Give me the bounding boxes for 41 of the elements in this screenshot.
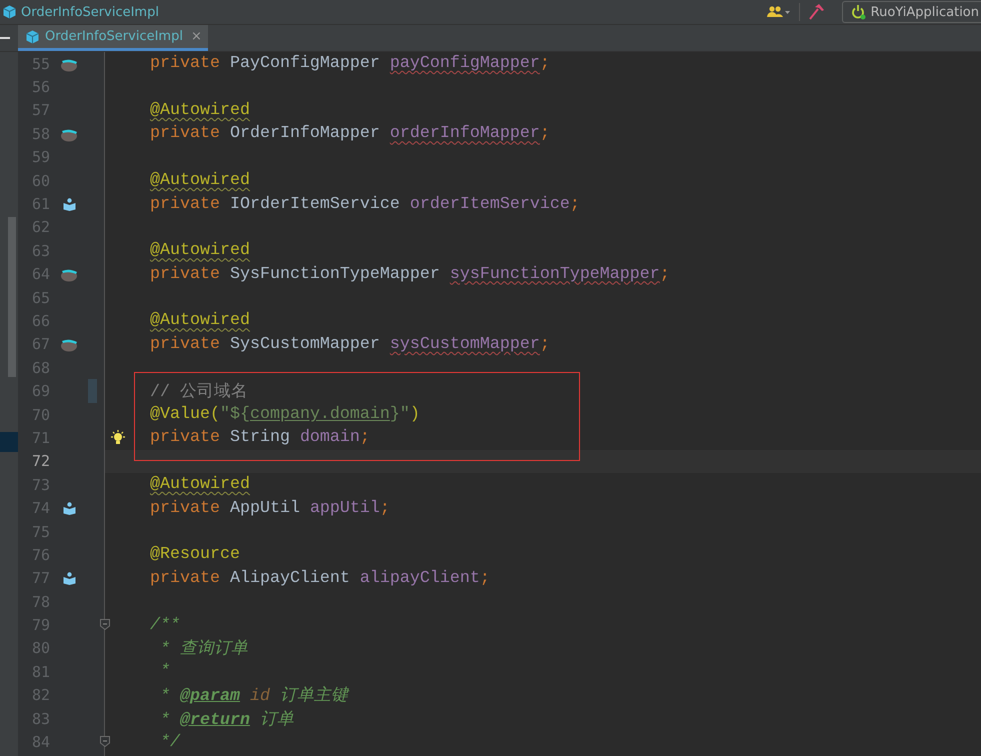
code-line: /** [150,616,180,635]
file-name: OrderInfoServiceImpl [21,4,159,20]
power-icon [850,4,866,20]
code-line: private IOrderItemService orderItemService; [150,194,580,214]
code-line: private AlipayClient alipayClient; [150,568,490,588]
people-icon [766,6,791,18]
hammer-icon [808,4,824,20]
fold-icon[interactable] [100,619,110,630]
code-line: @Autowired [150,171,250,190]
code-line: @Resource [150,545,240,564]
code-line: private PayConfigMapper payConfigMapper; [150,54,550,74]
fold-icon[interactable] [100,736,110,748]
book-icon[interactable] [62,572,76,585]
code-line: @Autowired [150,241,250,260]
book-icon[interactable] [62,502,76,515]
selection-marker [0,432,18,452]
code-line: private SysCustomMapper sysCustomMapper; [150,334,550,354]
cube-icon [26,30,39,44]
code-line: private String domain; [150,428,370,448]
code-line: * @return 订单 [158,709,294,730]
close-icon[interactable]: × [190,29,202,44]
code-line: @Autowired [150,311,250,330]
code-line: private OrderInfoMapper orderInfoMapper; [150,124,550,144]
editor-tab[interactable]: OrderInfoServiceImpl × [18,25,208,51]
run-configuration[interactable]: RuoYiApplication [842,1,981,23]
code-line: private AppUtil appUtil; [150,498,390,518]
code-line: * [158,662,170,682]
code-line: * @param id 订单主键 [158,685,348,706]
code-line: @Autowired [150,100,250,120]
scrollbar-thumb[interactable] [8,217,16,377]
code-line: */ [158,732,180,752]
code-line: // 公司域名 [150,382,248,402]
code-line: @Autowired [150,475,250,494]
lightbulb-icon[interactable] [110,430,126,446]
change-marker[interactable] [88,379,97,403]
code-line: private SysFunctionTypeMapper sysFunctionTypeMapper; [150,264,670,284]
book-icon[interactable] [62,198,76,211]
cube-icon [3,5,16,19]
code-line: * 查询订单 [158,638,248,660]
code-line: @Value("${company.domain}") [150,405,420,424]
line-number: 72 [30,452,50,470]
